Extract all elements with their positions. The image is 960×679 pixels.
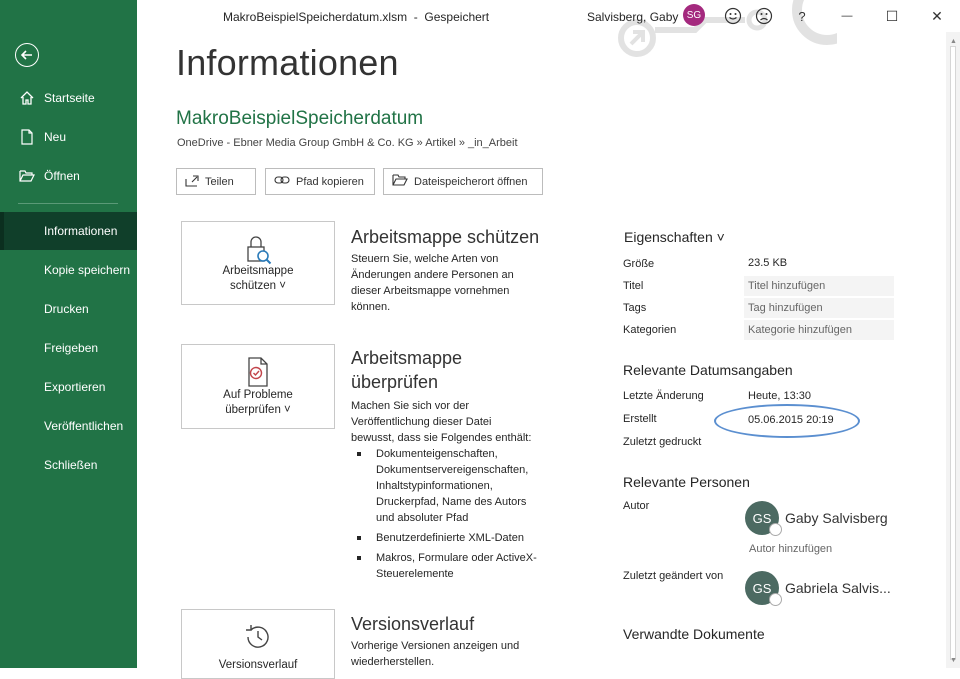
author-person[interactable]: GS Gaby Salvisberg <box>745 501 888 536</box>
vertical-scrollbar[interactable]: ▲ ▼ <box>946 32 960 668</box>
smiley-face-icon[interactable] <box>723 6 743 26</box>
nav-oeffnen[interactable]: Öffnen <box>0 157 137 195</box>
nav-label: Neu <box>44 130 67 144</box>
protect-workbook-button[interactable]: Arbeitsmappe schützen ˅ <box>181 221 335 305</box>
nav-schliessen[interactable]: Schließen <box>0 446 137 484</box>
inspect-workbook-button[interactable]: Auf Probleme überprüfen ˅ <box>181 344 335 429</box>
minimize-button[interactable]: — <box>837 6 857 26</box>
nav-veroeffentlichen[interactable]: Veröffentlichen <box>0 407 137 445</box>
nav-startseite[interactable]: Startseite <box>0 79 137 117</box>
list-item: Dokumenteigenschaften, Dokumentservereig… <box>357 446 547 526</box>
nav-label: Informationen <box>44 224 118 238</box>
user-avatar[interactable]: SG <box>683 4 705 26</box>
avatar: GS <box>745 571 782 606</box>
nav-divider <box>18 203 118 204</box>
document-path: OneDrive - Ebner Media Group GmbH & Co. … <box>177 137 518 149</box>
list-item: Benutzerdefinierte XML-Daten <box>357 530 547 546</box>
nav-label: Exportieren <box>44 380 106 394</box>
scroll-up-icon[interactable]: ▲ <box>950 38 957 45</box>
inspect-bullet-list: Dokumenteigenschaften, Dokumentservereig… <box>357 446 547 586</box>
modified-by-name: Gabriela Salvis... <box>785 580 891 596</box>
window-title: MakroBeispielSpeicherdatum.xlsm - Gespei… <box>223 10 490 24</box>
version-history-button[interactable]: Versionsverlauf <box>181 609 335 679</box>
list-item: Makros, Formulare oder ActiveX-Steuerele… <box>357 550 547 582</box>
nav-freigeben[interactable]: Freigeben <box>0 329 137 367</box>
title-bar: MakroBeispielSpeicherdatum.xlsm - Gespei… <box>137 0 960 57</box>
link-icon <box>274 174 290 189</box>
share-button[interactable]: Teilen <box>176 168 256 195</box>
categories-field[interactable]: Kategorie hinzufügen <box>744 320 894 340</box>
nav-label: Drucken <box>44 302 89 316</box>
related-docs-heading: Verwandte Dokumente <box>623 626 765 642</box>
properties-dropdown[interactable]: Eigenschaften ˅ <box>624 229 725 245</box>
card-label: Versionsverlauf <box>218 659 298 671</box>
date-label-printed: Zuletzt gedruckt <box>623 436 702 448</box>
nav-label: Öffnen <box>44 169 80 183</box>
backstage-sidebar: Startseite Neu Öffnen Informationen Kopi… <box>0 0 137 668</box>
nav-exportieren[interactable]: Exportieren <box>0 368 137 406</box>
nav-kopie-speichern[interactable]: Kopie speichern <box>0 251 137 289</box>
copy-path-label: Pfad kopieren <box>296 175 364 188</box>
nav-label: Startseite <box>44 91 95 105</box>
dates-heading: Relevante Datumsangaben <box>623 362 793 378</box>
date-value-modified: Heute, 13:30 <box>748 390 811 402</box>
avatar: GS <box>745 501 782 536</box>
modified-by-person[interactable]: GS Gabriela Salvis... <box>745 571 891 606</box>
prop-value-size: 23.5 KB <box>748 257 788 269</box>
date-label-created: Erstellt <box>623 413 657 425</box>
share-icon <box>185 173 199 190</box>
nav-label: Veröffentlichen <box>44 419 124 433</box>
nav-label: Schließen <box>44 458 98 472</box>
prop-label-title: Titel <box>623 280 644 292</box>
inspect-title: Arbeitsmappe überprüfen <box>351 348 463 392</box>
prop-label-size: Größe <box>623 258 655 270</box>
prop-label-categories: Kategorien <box>623 324 677 336</box>
versions-description: Vorherige Versionen anzeigen und wiederh… <box>351 640 520 668</box>
open-location-button[interactable]: Dateispeicherort öffnen <box>383 168 543 195</box>
protect-description: Steuern Sie, welche Arten von Änderungen… <box>351 253 514 313</box>
open-location-label: Dateispeicherort öffnen <box>414 175 528 188</box>
people-heading: Relevante Personen <box>623 474 750 490</box>
restore-button[interactable]: ☐ <box>882 6 902 26</box>
scroll-thumb[interactable] <box>950 46 956 660</box>
nav-label: Freigeben <box>44 341 99 355</box>
author-name: Gaby Salvisberg <box>785 510 888 526</box>
document-check-icon <box>245 357 271 392</box>
nav-neu[interactable]: Neu <box>0 118 137 156</box>
home-icon <box>18 90 36 106</box>
frown-face-icon[interactable] <box>754 6 774 26</box>
title-field[interactable]: Titel hinzufügen <box>744 276 894 296</box>
user-name[interactable]: Salvisberg, Gaby <box>587 10 678 24</box>
protect-title: Arbeitsmappe schützen <box>351 227 540 247</box>
close-button[interactable]: ✕ <box>927 6 947 26</box>
highlight-ellipse <box>714 404 860 438</box>
clock-history-icon <box>243 622 273 657</box>
modified-by-label: Zuletzt geändert von <box>623 570 724 582</box>
scroll-down-icon[interactable]: ▼ <box>950 657 957 664</box>
copy-path-button[interactable]: Pfad kopieren <box>265 168 375 195</box>
page-title: Informationen <box>176 42 399 83</box>
lock-magnifier-icon <box>243 234 273 271</box>
card-label: überprüfen ˅ <box>225 404 291 416</box>
add-author-link[interactable]: Autor hinzufügen <box>749 543 832 555</box>
folder-open-icon <box>392 173 408 190</box>
nav-label: Kopie speichern <box>44 263 131 277</box>
new-document-icon <box>18 129 36 145</box>
date-label-modified: Letzte Änderung <box>623 390 704 402</box>
share-label: Teilen <box>205 175 234 188</box>
help-button[interactable]: ? <box>792 6 812 26</box>
card-label: schützen ˅ <box>230 280 286 292</box>
nav-drucken[interactable]: Drucken <box>0 290 137 328</box>
inspect-description: Machen Sie sich vor der Veröffentlichung… <box>351 400 532 444</box>
prop-label-tags: Tags <box>623 302 647 314</box>
back-arrow-icon[interactable] <box>15 43 39 67</box>
nav-informationen[interactable]: Informationen <box>0 212 137 250</box>
tags-field[interactable]: Tag hinzufügen <box>744 298 894 318</box>
folder-open-icon <box>18 169 36 183</box>
document-name: MakroBeispielSpeicherdatum <box>176 108 424 129</box>
versions-title: Versionsverlauf <box>351 614 475 634</box>
author-label: Autor <box>623 500 650 512</box>
